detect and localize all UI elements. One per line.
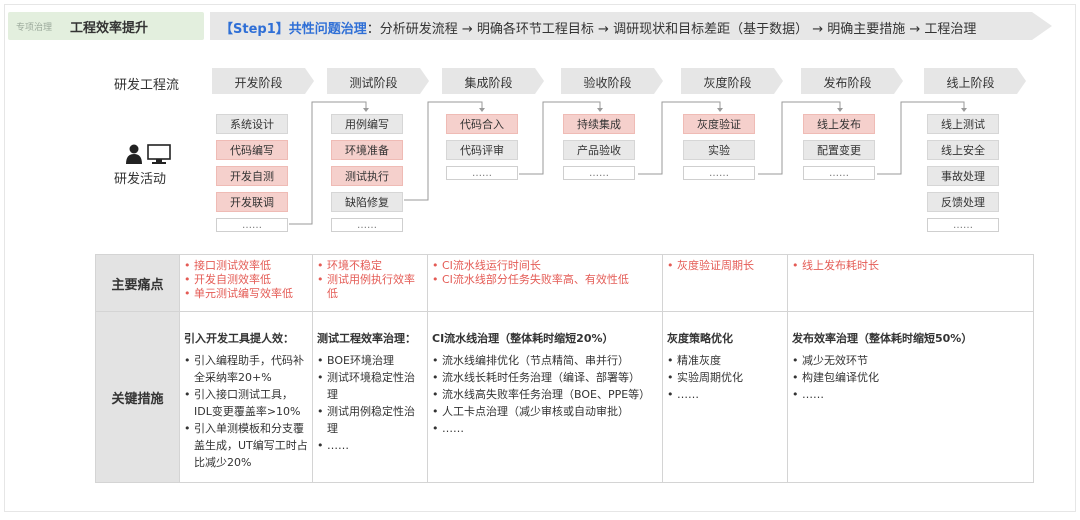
measure-title: 引入开发工具提人效： [184,332,294,345]
measure-cell: CI流水线治理（整体耗时缩短20%） 流水线编排优化（节点精简、串并行）流水线长耗… [427,311,663,483]
pain-header: 主要痛点 [95,254,180,312]
measure-item: 引入单测模板和分支覆盖生成，UT编写工时占比减少20% [184,420,308,471]
pain-measure-table: 主要痛点 接口测试效率低开发自测效率低单元测试编写效率低 环境不稳定测试用例执行… [95,254,1034,483]
measure-item: 流水线编排优化（节点精简、串并行） [432,352,658,369]
measure-item: …… [432,420,658,437]
measure-item: …… [667,386,783,403]
pain-cell: 环境不稳定测试用例执行效率低 [312,254,428,312]
pain-item: 测试用例执行效率低 [317,273,423,301]
measure-title: CI流水线治理（整体耗时缩短20%） [432,332,614,345]
measure-item: …… [792,386,1029,403]
measure-item: …… [317,437,423,454]
pain-item: 线上发布耗时长 [792,259,1029,273]
measure-item: 引入编程助手，代码补全采纳率20+% [184,352,308,386]
measure-item: 实验周期优化 [667,369,783,386]
measure-row: 关键措施 引入开发工具提人效： 引入编程助手，代码补全采纳率20+%引入接口测试工… [95,311,1034,483]
measure-header: 关键措施 [95,311,180,483]
measure-item: 流水线高失败率任务治理（BOE、PPE等） [432,386,658,403]
measure-item: 测试用例稳定性治理 [317,403,423,437]
pain-row: 主要痛点 接口测试效率低开发自测效率低单元测试编写效率低 环境不稳定测试用例执行… [95,254,1034,312]
measure-title: 发布效率治理（整体耗时缩短50%） [792,332,973,345]
measure-title: 测试工程效率治理： [317,332,416,345]
pain-item: CI流水线运行时间长 [432,259,658,273]
measure-item: 流水线长耗时任务治理（编译、部署等） [432,369,658,386]
pain-cell: CI流水线运行时间长CI流水线部分任务失败率高、有效性低 [427,254,663,312]
pain-item: 开发自测效率低 [184,273,308,287]
measure-item: 人工卡点治理（减少审核或自动审批） [432,403,658,420]
pain-cell: 线上发布耗时长 [787,254,1034,312]
measure-cell: 引入开发工具提人效： 引入编程助手，代码补全采纳率20+%引入接口测试工具，IDL… [179,311,313,483]
measure-item: 减少无效环节 [792,352,1029,369]
pain-cell: 灰度验证周期长 [662,254,788,312]
pain-item: 接口测试效率低 [184,259,308,273]
measure-cell: 发布效率治理（整体耗时缩短50%） 减少无效环节构建包编译优化…… [787,311,1034,483]
measure-item: 构建包编译优化 [792,369,1029,386]
pain-cell: 接口测试效率低开发自测效率低单元测试编写效率低 [179,254,313,312]
pain-item: 环境不稳定 [317,259,423,273]
measure-item: 引入接口测试工具，IDL变更覆盖率>10% [184,386,308,420]
measure-cell: 测试工程效率治理： BOE环境治理测试环境稳定性治理测试用例稳定性治理…… [312,311,428,483]
measure-item: 测试环境稳定性治理 [317,369,423,403]
pain-item: CI流水线部分任务失败率高、有效性低 [432,273,658,287]
measure-title: 灰度策略优化 [667,332,733,345]
stage-connectors [289,101,967,225]
measure-item: BOE环境治理 [317,352,423,369]
pain-item: 单元测试编写效率低 [184,287,308,301]
measure-item: 精准灰度 [667,352,783,369]
pain-item: 灰度验证周期长 [667,259,783,273]
measure-cell: 灰度策略优化精准灰度实验周期优化…… [662,311,788,483]
